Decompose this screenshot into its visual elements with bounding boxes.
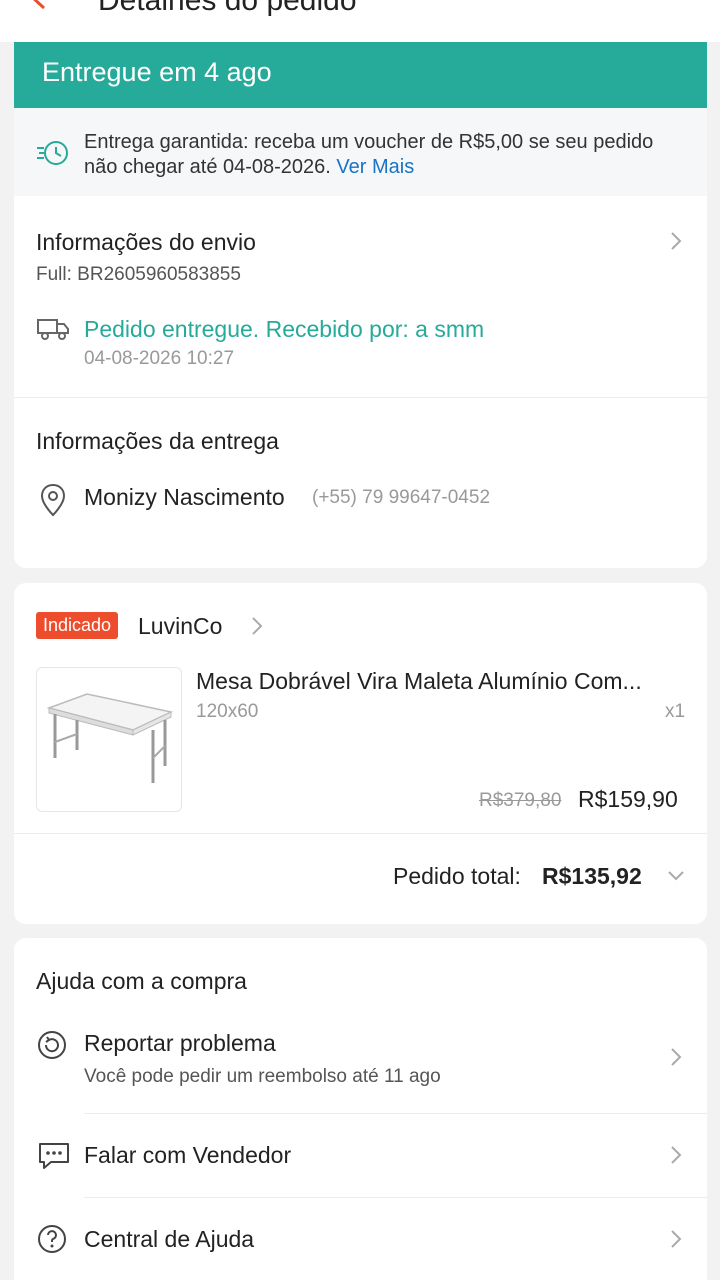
chat-seller-label: Falar com Vendedor [84, 1142, 292, 1168]
order-card: Indicado LuvinCo Mesa Dobrável Vira Male… [14, 583, 707, 924]
order-total-value: R$135,92 [542, 863, 642, 889]
truck-icon [37, 319, 69, 340]
chevron-right-icon[interactable] [250, 615, 264, 637]
see-more-link[interactable]: Ver Mais [336, 156, 414, 178]
order-total-label: Pedido total: [393, 863, 521, 889]
shipping-info-title[interactable]: Informações do envio [36, 229, 256, 256]
chevron-right-icon [671, 1230, 682, 1248]
delivery-event-time: 04-08-2026 10:27 [84, 348, 235, 369]
top-bar: Detalhes do pedido [0, 0, 720, 42]
report-problem-icon [38, 1031, 66, 1059]
preferred-badge: Indicado [36, 612, 119, 639]
product-image[interactable] [36, 667, 182, 812]
product-variant: 120x60 [196, 701, 259, 722]
report-problem-subtext: Você pode pedir um reembolso até 11 ago [84, 1066, 441, 1087]
divider [14, 833, 707, 834]
clock-delivery-icon [37, 141, 68, 165]
help-center-label: Central de Ajuda [84, 1226, 255, 1252]
recipient-name: Monizy Nascimento [84, 484, 285, 510]
chevron-left-icon[interactable] [24, 0, 54, 12]
delivery-info-title: Informações da entrega [36, 428, 279, 454]
chevron-right-icon [671, 1048, 682, 1066]
location-pin-icon [40, 483, 66, 517]
divider [84, 1113, 707, 1114]
shop-name[interactable]: LuvinCo [138, 613, 222, 640]
delivery-guarantee-notice: Entrega garantida: receba um voucher de … [14, 108, 707, 196]
product-quantity: x1 [665, 701, 686, 722]
divider [84, 1197, 707, 1198]
tracking-number: Full: BR2605960583855 [36, 264, 241, 285]
delivery-status-banner: Entregue em 4 ago [14, 42, 707, 108]
guarantee-text: Entrega garantida: receba um voucher de … [84, 131, 654, 178]
product-price: R$159,90 [578, 786, 678, 812]
report-problem-label: Reportar problema [84, 1030, 276, 1056]
chevron-right-icon[interactable] [669, 230, 683, 252]
divider [14, 397, 707, 398]
help-card: Ajuda com a compra Reportar problema Voc… [14, 938, 707, 1280]
help-title: Ajuda com a compra [36, 968, 247, 994]
chat-icon [39, 1143, 69, 1169]
chevron-down-icon[interactable] [666, 869, 686, 883]
chevron-right-icon [671, 1146, 682, 1164]
delivery-status-text: Entregue em 4 ago [42, 57, 272, 87]
question-icon [38, 1225, 66, 1253]
recipient-phone: (+55) 79 99647-0452 [312, 487, 491, 508]
product-original-price: R$379,80 [479, 790, 562, 811]
product-name[interactable]: Mesa Dobrável Vira Maleta Alumínio Com..… [196, 668, 642, 695]
delivery-event: Pedido entregue. Recebido por: a smm [84, 316, 485, 342]
folding-table-image [46, 693, 174, 783]
page-title: Detalhes do pedido [98, 0, 357, 17]
shipping-card: Informações do envio Full: BR26059605838… [14, 196, 707, 568]
